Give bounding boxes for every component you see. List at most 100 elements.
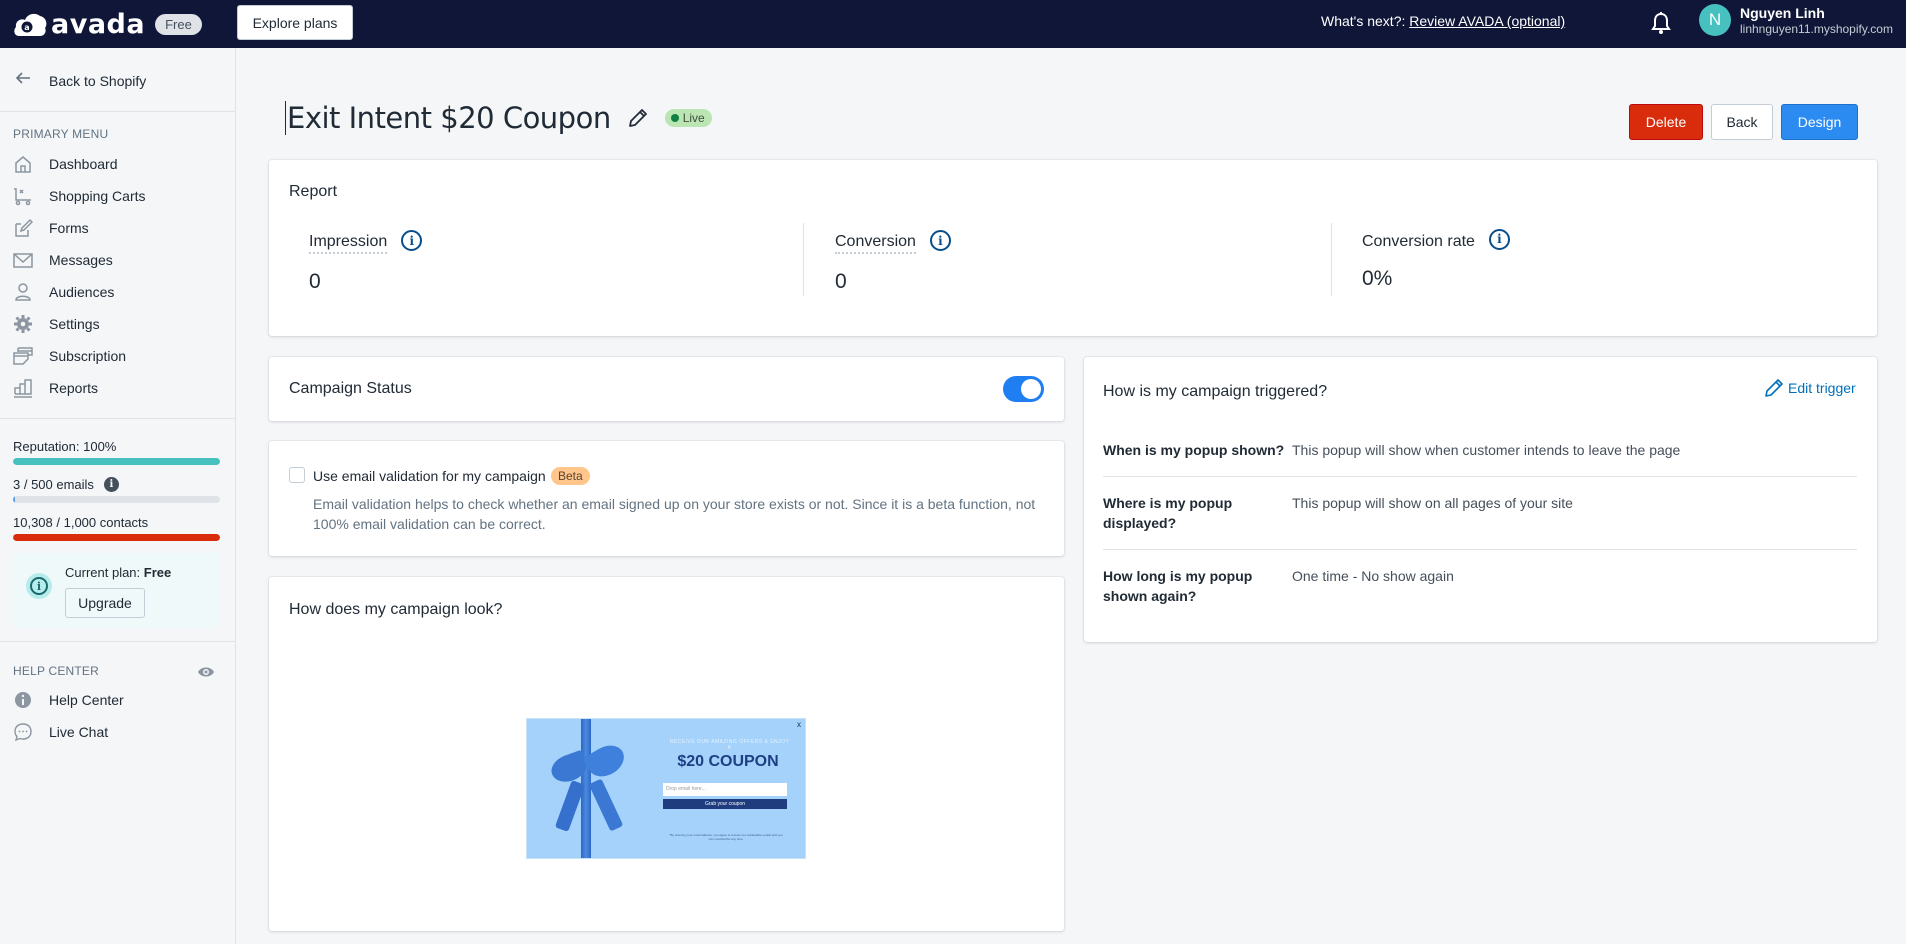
metric-conversion-rate: Conversion rate i 0% [1362,228,1510,291]
sidebar-divider [0,418,236,419]
user-name[interactable]: Nguyen Linh [1740,5,1825,21]
bell-icon[interactable] [1650,11,1672,35]
sidebar-item-label: Subscription [49,348,127,364]
metric-value: 0 [309,270,321,293]
info-icon[interactable]: i [401,230,423,251]
plan-badge: Free [155,13,202,35]
upgrade-button[interactable]: Upgrade [65,588,145,618]
cloud-logo-icon: a [13,10,47,38]
info-icon[interactable]: i [1488,228,1510,250]
reputation-label: Reputation: 100% [13,439,117,454]
info-icon: i [26,573,52,599]
campaign-status-title: Campaign Status [289,380,412,397]
sidebar-item-label: Settings [49,316,100,332]
popup-headline: $20 COUPON [677,753,779,770]
sidebar-item-forms[interactable]: Forms [13,216,223,240]
trigger-title: How is my campaign triggered? [1103,383,1328,400]
sidebar-item-reports[interactable]: Reports [13,376,223,400]
metric-label: Conversion rate [1362,233,1475,250]
sidebar-item-help-center[interactable]: Help Center [13,688,223,712]
trigger-row: How long is my popup shown again? One ti… [1103,566,1857,606]
sidebar-item-label: Live Chat [49,724,109,740]
whats-next: What's next?: Review AVADA (optional) [1321,13,1565,29]
edit-trigger-link[interactable]: Edit trigger [1764,378,1856,398]
sidebar-item-label: Reports [49,380,99,396]
popup-preview-image[interactable]: x RECEIVE OUR AMAZING OFFERS & ENJOY A $… [526,718,806,859]
trigger-answer: One time - No show again [1292,568,1454,584]
avada-logo[interactable]: a avada Free [13,9,202,40]
trigger-divider [1103,476,1857,477]
eye-icon[interactable] [197,665,215,679]
user-icon [13,282,33,302]
sidebar-item-settings[interactable]: Settings [13,312,223,336]
emails-bar [13,496,220,503]
current-plan-name: Free [143,565,172,580]
info-icon [13,690,33,710]
subscription-icon [13,346,33,366]
sidebar-item-label: Messages [49,252,113,268]
email-validation-help: Email validation helps to check whether … [313,496,1036,532]
back-button[interactable]: Back [1711,104,1773,140]
sidebar-item-label: Dashboard [49,156,118,172]
contacts-label: 10,308 / 1,000 contacts [13,515,149,530]
report-title: Report [289,183,338,200]
text-caret [285,101,286,135]
help-center-heading: HELP CENTER [13,664,100,678]
page-title[interactable]: Exit Intent $20 Coupon [287,101,611,135]
sidebar-item-audiences[interactable]: Audiences [13,280,223,304]
back-to-shopify-label: Back to Shopify [49,72,147,89]
explore-plans-button[interactable]: Explore plans [237,5,353,40]
sidebar-item-dashboard[interactable]: Dashboard [13,152,223,176]
trigger-question: When is my popup shown? [1103,442,1285,458]
status-badge: Live [664,109,712,127]
design-button[interactable]: Design [1781,104,1858,140]
email-validation-label[interactable]: Use email validation for my campaign [313,468,546,484]
sidebar-item-shopping-carts[interactable]: Shopping Carts [13,184,223,208]
svg-text:a: a [24,23,29,32]
cart-icon [13,186,33,206]
info-icon[interactable]: i [929,230,951,251]
delete-button[interactable]: Delete [1629,104,1703,140]
popup-tagline: RECEIVE OUR AMAZING OFFERS & ENJOY A [669,739,790,751]
emails-usage: 3 / 500 emails i [13,477,119,492]
info-icon[interactable]: i [103,477,119,492]
mail-icon [13,250,33,270]
metric-label[interactable]: Conversion [835,233,916,254]
metric-value: 0% [1362,267,1393,290]
chart-icon [13,378,33,398]
current-plan-box: i Current plan: Free Upgrade [13,553,220,628]
ribbon-graphic [588,778,624,832]
edit-trigger-label: Edit trigger [1788,380,1856,396]
current-plan-prefix: Current plan: [65,565,144,580]
top-bar: a avada Free Explore plans What's next?:… [0,0,1906,48]
sidebar-item-label: Audiences [49,284,115,300]
current-plan-text: Current plan: Free [65,565,171,580]
avatar[interactable]: N [1699,4,1731,36]
sidebar-item-label: Help Center [49,692,124,708]
sidebar-item-label: Shopping Carts [49,188,146,204]
sidebar-item-subscription[interactable]: Subscription [13,344,223,368]
sidebar-item-live-chat[interactable]: Live Chat [13,720,223,744]
pencil-icon[interactable] [627,107,649,129]
sidebar-item-label: Forms [49,220,89,236]
trigger-row: Where is my popup displayed? This popup … [1103,493,1857,533]
contacts-bar [13,534,220,541]
back-to-shopify-link[interactable]: Back to Shopify [13,68,146,93]
toggle-knob [1021,379,1041,399]
review-avada-link[interactable]: Review AVADA (optional) [1409,13,1565,29]
trigger-answer: This popup will show on all pages of you… [1292,495,1573,511]
sidebar-divider [0,111,236,112]
trigger-question: How long is my popup shown again? [1103,568,1253,604]
form-icon [13,218,33,238]
sidebar-item-messages[interactable]: Messages [13,248,223,272]
trigger-question: Where is my popup displayed? [1103,495,1233,531]
campaign-status-toggle[interactable] [1003,376,1044,402]
reputation-bar [13,458,220,465]
report-card [269,160,1877,336]
brand-name: avada [51,8,146,40]
whats-next-label: What's next?: [1321,13,1410,29]
metric-label[interactable]: Impression [309,233,388,254]
popup-fine-print: *By entering your email address, you agr… [669,833,783,841]
emails-bar-fill [13,496,16,503]
email-validation-checkbox[interactable] [289,467,305,483]
